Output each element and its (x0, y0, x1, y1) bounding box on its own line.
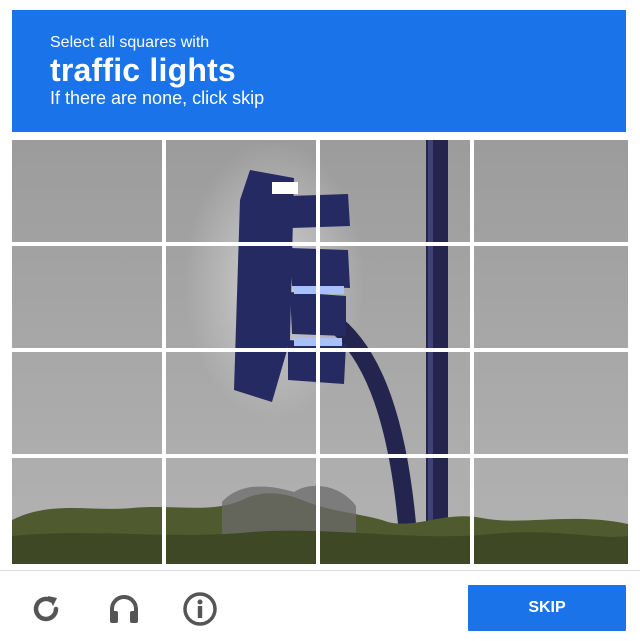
tile-layer (12, 140, 628, 564)
audio-challenge-button[interactable] (104, 589, 144, 629)
grid-tile-r2-c2[interactable] (166, 246, 316, 348)
headphones-icon (110, 595, 138, 623)
info-button[interactable] (180, 589, 220, 629)
grid-divider (470, 140, 474, 564)
grid-tile-r4-c1[interactable] (12, 458, 162, 560)
reload-icon (33, 596, 59, 622)
grid-tile-r3-c3[interactable] (320, 352, 470, 454)
grid-tile-r4-c2[interactable] (166, 458, 316, 560)
skip-button[interactable]: SKIP (468, 585, 626, 631)
grid-tile-r2-c1[interactable] (12, 246, 162, 348)
grid-tile-r2-c3[interactable] (320, 246, 470, 348)
grid-tile-r1-c1[interactable] (12, 140, 162, 242)
grid-tile-r1-c4[interactable] (474, 140, 624, 242)
grid-divider (12, 348, 628, 352)
challenge-header: Select all squares with traffic lights I… (12, 10, 626, 132)
grid-tile-r1-c2[interactable] (166, 140, 316, 242)
info-icon (183, 592, 217, 626)
instruction-text: Select all squares with (50, 34, 210, 51)
captcha-challenge: Select all squares with traffic lights I… (0, 0, 640, 641)
grid-tile-r4-c3[interactable] (320, 458, 470, 560)
grid-tile-r2-c4[interactable] (474, 246, 624, 348)
grid-tile-r4-c4[interactable] (474, 458, 624, 560)
grid-tile-r3-c1[interactable] (12, 352, 162, 454)
grid-divider (12, 242, 628, 246)
grid-divider (12, 454, 628, 458)
grid-divider (316, 140, 320, 564)
reload-button[interactable] (26, 589, 66, 629)
challenge-footer: SKIP (0, 570, 640, 641)
grid-tile-r3-c2[interactable] (166, 352, 316, 454)
grid-tile-r3-c4[interactable] (474, 352, 624, 454)
hint-text: If there are none, click skip (50, 88, 265, 108)
grid-tile-r1-c3[interactable] (320, 140, 470, 242)
target-object-text: traffic lights (50, 52, 236, 88)
grid-divider (162, 140, 166, 564)
image-grid (12, 140, 628, 564)
